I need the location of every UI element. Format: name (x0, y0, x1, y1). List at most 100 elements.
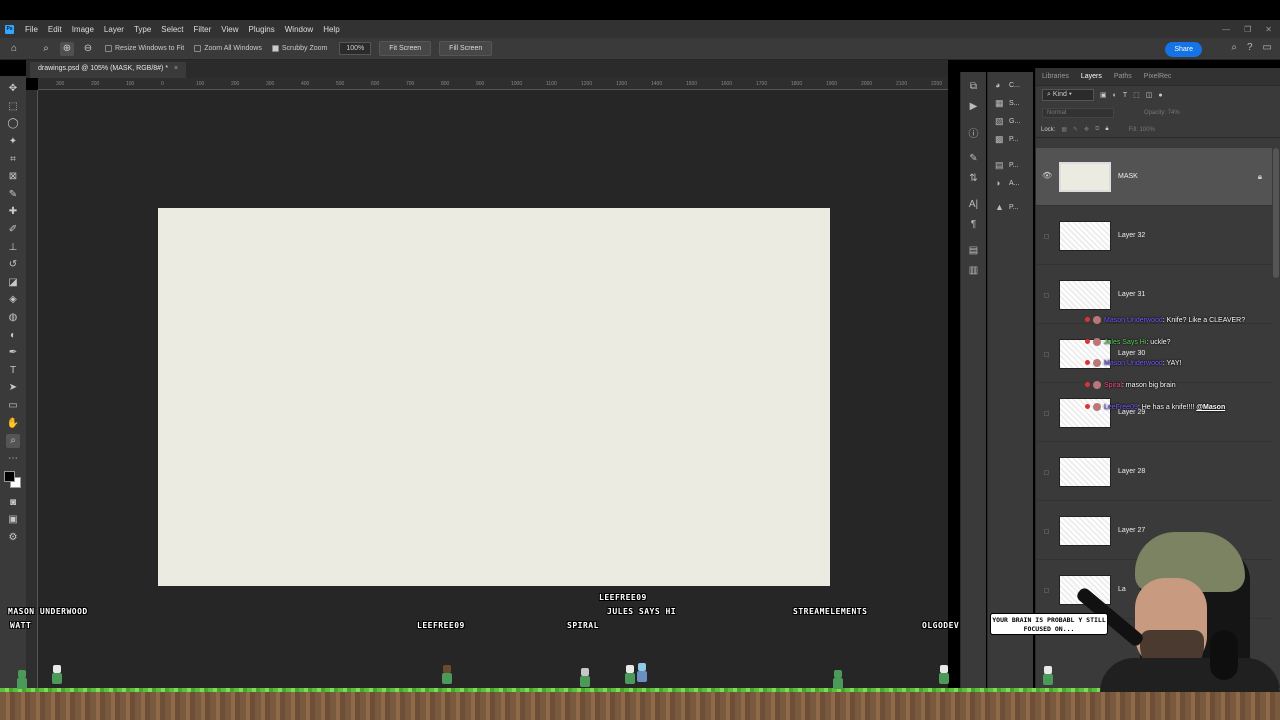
menu-layer[interactable]: Layer (99, 25, 129, 34)
help-icon[interactable]: ? (1247, 42, 1253, 53)
tab-libraries[interactable]: Libraries (1036, 73, 1075, 80)
more-tools-icon[interactable]: ⋯ (6, 451, 20, 465)
adjust-icon[interactable]: ⇅ (969, 170, 977, 186)
search-icon[interactable]: ⌕ (1231, 42, 1237, 53)
document-canvas[interactable] (158, 208, 830, 586)
horizontal-ruler[interactable]: 300 200 100 0 100 200 300 400 500 600 700 800 900 100… (38, 78, 948, 90)
menu-select[interactable]: Select (156, 25, 188, 34)
layers-scrollbar[interactable] (1273, 148, 1279, 278)
paragraph-icon[interactable]: ¶ (971, 216, 976, 232)
eraser-tool-icon[interactable]: ◪ (6, 275, 20, 289)
layer-row[interactable]: Layer 30 (1036, 325, 1272, 383)
marquee-tool-icon[interactable]: ⬚ (6, 99, 20, 113)
visibility-eye-icon[interactable]: 👁︎ (1042, 172, 1052, 180)
lock-transparency-icon[interactable]: ▦ (1061, 126, 1067, 133)
rectangle-tool-icon[interactable]: ▭ (6, 398, 20, 412)
crop-tool-icon[interactable]: ⌗ (6, 152, 20, 166)
healing-brush-tool-icon[interactable]: ✚ (6, 205, 20, 219)
document-tab[interactable]: drawings.psd @ 105% (MASK, RGB/8#) * × (30, 62, 187, 78)
history-brush-tool-icon[interactable]: ↺ (6, 258, 20, 272)
scrubby-zoom-checkbox[interactable]: Scrubby Zoom (271, 45, 327, 52)
dock-item-paths[interactable]: ▲ P... (988, 198, 1033, 216)
menu-filter[interactable]: Filter (189, 25, 217, 34)
screen-mode-icon[interactable]: ▣ (6, 513, 20, 527)
foreground-color-swatch[interactable] (4, 471, 15, 483)
menu-window[interactable]: Window (280, 25, 318, 34)
share-button[interactable]: Share (1165, 42, 1202, 57)
lock-all-icon[interactable]: 🔒︎ (1105, 126, 1108, 133)
blur-tool-icon[interactable]: ◍ (6, 311, 20, 325)
lock-artboard-icon[interactable]: ⧉ (1095, 126, 1099, 133)
menu-plugins[interactable]: Plugins (244, 25, 280, 34)
zoom-in-icon[interactable]: ⊕ (60, 41, 74, 56)
zoom-all-windows-checkbox[interactable]: Zoom All Windows (194, 45, 262, 52)
frame-tool-icon[interactable]: ⊠ (6, 170, 20, 184)
maximize-icon[interactable]: ❐ (1244, 25, 1251, 34)
visibility-toggle[interactable] (1044, 411, 1049, 416)
menu-type[interactable]: Type (129, 25, 156, 34)
dock-item-properties[interactable]: ▤ P... (988, 156, 1033, 174)
zoom-out-icon[interactable]: ⊖ (81, 42, 95, 56)
move-tool-icon[interactable]: ✥ (6, 82, 20, 96)
eyedropper-tool-icon[interactable]: ✎ (6, 187, 20, 201)
history-icon[interactable]: ⧉ (970, 78, 977, 94)
filter-type-icon[interactable]: T (1123, 92, 1127, 99)
tab-pixelrec[interactable]: PixelRec (1138, 73, 1178, 80)
filter-smart-object-icon[interactable]: ◫ (1146, 91, 1153, 99)
lock-position-icon[interactable]: ✥ (1084, 126, 1089, 133)
properties-icon[interactable]: ▤ (969, 242, 978, 258)
fill-screen-button[interactable]: Fill Screen (439, 41, 493, 56)
layer-row[interactable]: Layer 29 (1036, 384, 1272, 442)
type-tool-icon[interactable]: T (6, 363, 20, 377)
brush-settings-icon[interactable]: ✎ (969, 150, 977, 166)
styles-icon[interactable]: ▥ (969, 262, 978, 278)
color-swatches[interactable] (4, 471, 22, 489)
paint-bucket-tool-icon[interactable]: ◈ (6, 293, 20, 307)
layer-row[interactable]: Layer 28 (1036, 443, 1272, 501)
quick-mask-icon[interactable]: ◙ (6, 495, 20, 509)
zoom-tool-icon[interactable]: ⌕ (39, 42, 53, 56)
layer-row[interactable]: 👁︎ MASK 🔒︎ (1036, 148, 1272, 206)
magic-wand-tool-icon[interactable]: ✦ (6, 135, 20, 149)
pen-tool-icon[interactable]: ✒ (6, 346, 20, 360)
lock-pixels-icon[interactable]: ✎ (1073, 126, 1078, 133)
visibility-toggle[interactable] (1044, 234, 1049, 239)
path-selection-tool-icon[interactable]: ➤ (6, 381, 20, 395)
dock-item-adjustments[interactable]: ◑ A... (988, 174, 1033, 192)
opacity-control[interactable]: Opacity: 74% (1144, 110, 1180, 116)
hand-tool-icon[interactable]: ✋ (6, 416, 20, 430)
blend-mode-select[interactable]: Normal (1042, 108, 1114, 118)
visibility-toggle[interactable] (1044, 352, 1049, 357)
close-icon[interactable]: ✕ (1265, 25, 1272, 34)
minimize-icon[interactable]: — (1222, 25, 1230, 34)
layer-row[interactable]: Layer 32 (1036, 207, 1272, 265)
info-icon[interactable]: ⓘ (969, 124, 979, 140)
tab-paths[interactable]: Paths (1108, 73, 1138, 80)
menu-file[interactable]: File (20, 25, 43, 34)
lasso-tool-icon[interactable]: ◯ (6, 117, 20, 131)
filter-pixel-icon[interactable]: ▣ (1100, 91, 1107, 99)
canvas-workspace[interactable] (38, 90, 948, 692)
filter-kind-select[interactable]: ⌕ Kind ▾ (1042, 89, 1094, 101)
filter-shape-icon[interactable]: ⬚ (1133, 91, 1140, 99)
menu-help[interactable]: Help (318, 25, 344, 34)
visibility-toggle[interactable] (1044, 470, 1049, 475)
visibility-toggle[interactable] (1044, 293, 1049, 298)
dodge-tool-icon[interactable]: ◐ (6, 328, 20, 342)
resize-windows-checkbox[interactable]: Resize Windows to Fit (105, 45, 184, 52)
menu-image[interactable]: Image (67, 25, 99, 34)
clone-stamp-tool-icon[interactable]: ⊥ (6, 240, 20, 254)
close-tab-icon[interactable]: × (174, 65, 178, 72)
brush-tool-icon[interactable]: ✐ (6, 223, 20, 237)
filter-adjustment-icon[interactable]: ◐ (1113, 92, 1117, 99)
filter-toggle-icon[interactable]: ● (1158, 92, 1162, 99)
menu-view[interactable]: View (216, 25, 243, 34)
tab-layers[interactable]: Layers (1075, 73, 1108, 80)
dock-item-swatches[interactable]: ▦ S... (988, 94, 1033, 112)
play-action-icon[interactable]: ▶ (970, 98, 978, 114)
fill-control[interactable]: Fill: 100% (1129, 127, 1155, 133)
workspace-icon[interactable]: ▭ (1263, 42, 1272, 53)
menu-edit[interactable]: Edit (43, 25, 67, 34)
vertical-ruler[interactable] (26, 90, 38, 692)
home-icon[interactable]: ⌂ (7, 42, 21, 56)
